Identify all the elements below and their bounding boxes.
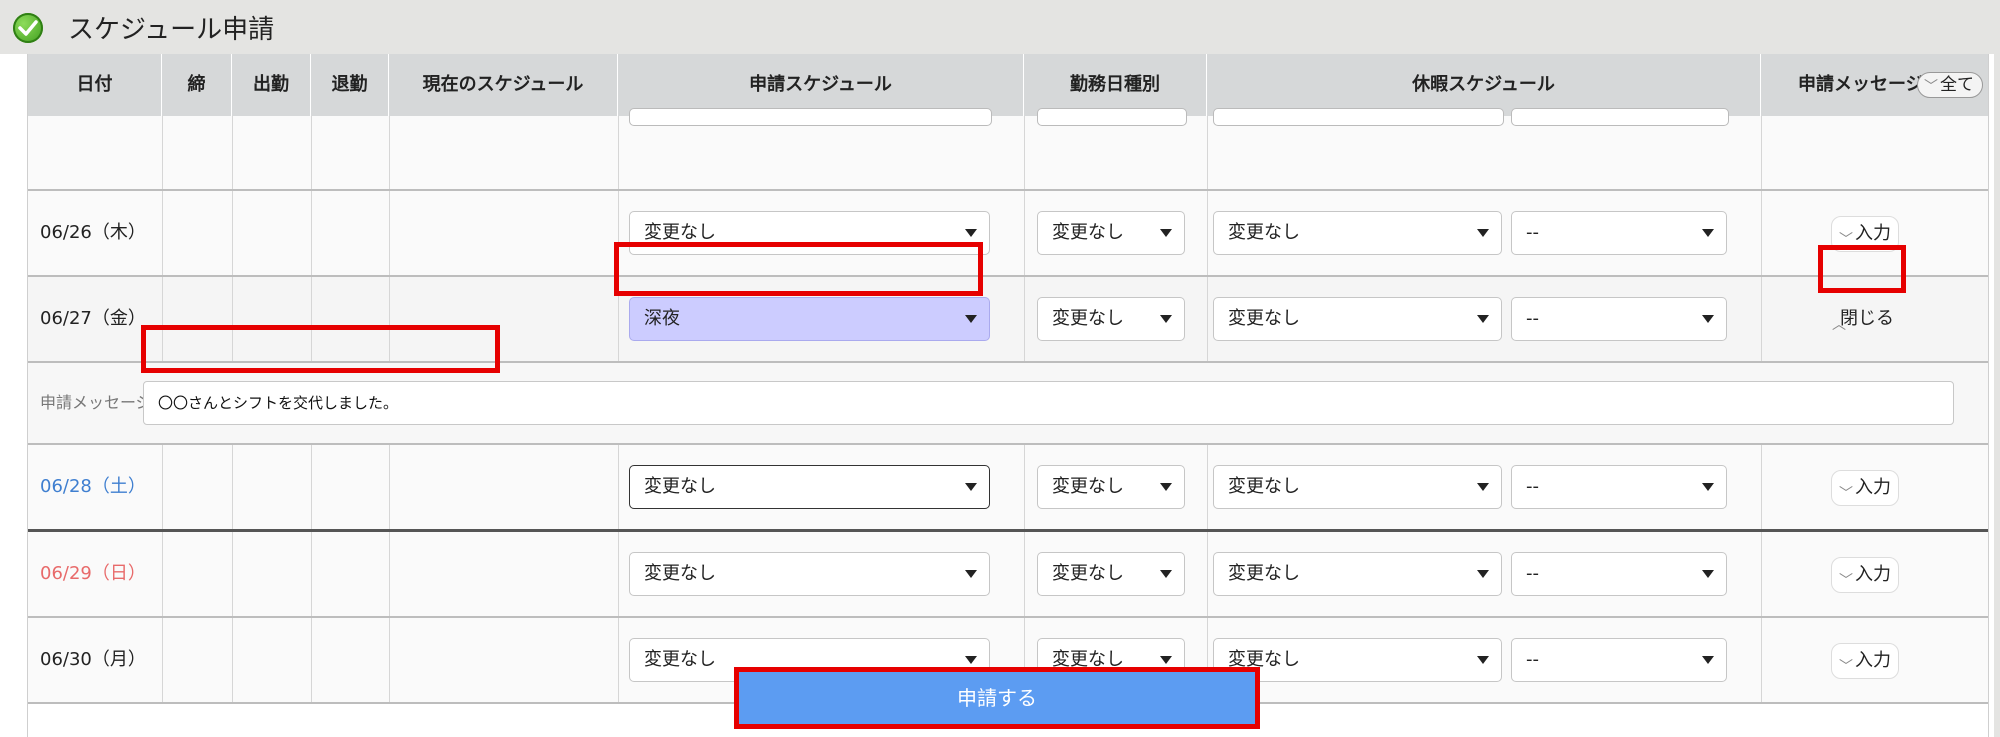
table-row-0629: 06/29（日） 変更なし 変更なし 変更なし -- ﹀ 入力 [28, 532, 1988, 618]
expand-all-label: 全て [1940, 75, 1974, 95]
header-request-message-label: 申請メッセージ [1798, 74, 1924, 95]
leave-schedule-select[interactable]: 変更なし [1213, 552, 1502, 596]
check-circle-icon [13, 13, 43, 43]
page-title: スケジュール申請 [68, 15, 275, 45]
table-row-0627: 06/27（金） 深夜 変更なし 変更なし -- ︿ 閉じる [28, 277, 1988, 363]
message-input-button[interactable]: ﹀ 入力 [1831, 643, 1899, 679]
row-date: 06/29（日） [40, 563, 146, 584]
dropdown-arrow-icon [1477, 229, 1489, 237]
chevron-down-icon: ﹀ [1839, 573, 1853, 589]
dropdown-arrow-icon [1702, 656, 1714, 664]
dropdown-arrow-icon [965, 315, 977, 323]
request-schedule-select[interactable]: 変更なし [629, 552, 990, 596]
workday-type-select[interactable]: 変更なし [1037, 211, 1185, 255]
chevron-down-icon: ﹀ [1839, 486, 1853, 502]
leave-detail-select[interactable]: -- [1511, 211, 1727, 255]
header-clock-in: 出勤 [232, 54, 311, 116]
header-date: 日付 [28, 54, 162, 116]
chevron-down-icon: ﹀ [1839, 659, 1853, 675]
dropdown-arrow-icon [1160, 229, 1172, 237]
select-partial [1213, 108, 1504, 126]
request-schedule-select[interactable]: 変更なし [629, 465, 990, 509]
dropdown-arrow-icon [1702, 570, 1714, 578]
dropdown-arrow-icon [1160, 315, 1172, 323]
select-partial [1037, 108, 1187, 126]
row-date: 06/27（金） [40, 308, 146, 329]
header-request-schedule: 申請スケジュール [618, 54, 1024, 116]
request-message-label: 申請メッセージ [40, 393, 152, 412]
request-schedule-select[interactable]: 変更なし [629, 211, 990, 255]
dropdown-arrow-icon [1477, 656, 1489, 664]
chevron-down-icon: ﹀ [1924, 79, 1938, 95]
select-partial [1511, 108, 1729, 126]
leave-detail-select[interactable]: -- [1511, 638, 1727, 682]
leave-detail-select[interactable]: -- [1511, 552, 1727, 596]
dropdown-arrow-icon [965, 229, 977, 237]
row-date: 06/30（月） [40, 649, 146, 670]
chevron-down-icon: ﹀ [1839, 232, 1853, 248]
dropdown-arrow-icon [1160, 570, 1172, 578]
dropdown-arrow-icon [1477, 315, 1489, 323]
submit-button[interactable]: 申請する [735, 672, 1259, 724]
dropdown-arrow-icon [1702, 229, 1714, 237]
message-close-button[interactable]: ︿ 閉じる [1825, 302, 1901, 338]
table-row-0626: 06/26（木） 変更なし 変更なし 変更なし -- ﹀ 入力 [28, 191, 1988, 277]
workday-type-select[interactable]: 変更なし [1037, 552, 1185, 596]
header-close: 締 [162, 54, 232, 116]
request-message-row: 申請メッセージ 〇〇さんとシフトを交代しました。 [28, 363, 1988, 445]
dropdown-arrow-icon [965, 656, 977, 664]
table-row-0628: 06/28（土） 変更なし 変更なし 変更なし -- ﹀ 入力 [28, 445, 1988, 532]
workday-type-select[interactable]: 変更なし [1037, 297, 1185, 341]
table-row-partial [28, 108, 1988, 191]
dropdown-arrow-icon [1702, 483, 1714, 491]
chevron-up-icon: ︿ [1832, 317, 1846, 333]
leave-schedule-select[interactable]: 変更なし [1213, 211, 1502, 255]
table-header: 日付 締 出勤 退勤 現在のスケジュール 申請スケジュール 勤務日種別 休暇スケ… [28, 54, 1988, 116]
dropdown-arrow-icon [1160, 656, 1172, 664]
right-margin [1994, 54, 2000, 737]
dropdown-arrow-icon [1477, 483, 1489, 491]
header-leave-schedule: 休暇スケジュール [1207, 54, 1761, 116]
row-date: 06/28（土） [40, 476, 146, 497]
header-workday-type: 勤務日種別 [1024, 54, 1207, 116]
select-partial [629, 108, 992, 126]
leave-schedule-select[interactable]: 変更なし [1213, 297, 1502, 341]
request-schedule-select[interactable]: 深夜 [629, 297, 990, 341]
dropdown-arrow-icon [965, 570, 977, 578]
leave-detail-select[interactable]: -- [1511, 465, 1727, 509]
dropdown-arrow-icon [1160, 483, 1172, 491]
header-clock-out: 退勤 [311, 54, 389, 116]
header-current-schedule: 現在のスケジュール [389, 54, 618, 116]
leave-schedule-select[interactable]: 変更なし [1213, 465, 1502, 509]
message-input-button[interactable]: ﹀ 入力 [1831, 216, 1899, 252]
schedule-table: 日付 締 出勤 退勤 現在のスケジュール 申請スケジュール 勤務日種別 休暇スケ… [27, 54, 1989, 737]
row-date: 06/26（木） [40, 222, 146, 243]
dropdown-arrow-icon [965, 483, 977, 491]
leave-detail-select[interactable]: -- [1511, 297, 1727, 341]
dropdown-arrow-icon [1477, 570, 1489, 578]
title-bar: スケジュール申請 [0, 0, 2000, 54]
request-message-input[interactable]: 〇〇さんとシフトを交代しました。 [143, 381, 1954, 425]
message-input-button[interactable]: ﹀ 入力 [1831, 557, 1899, 593]
expand-all-button[interactable]: ﹀ 全て [1917, 72, 1983, 98]
dropdown-arrow-icon [1702, 315, 1714, 323]
workday-type-select[interactable]: 変更なし [1037, 465, 1185, 509]
message-input-button[interactable]: ﹀ 入力 [1831, 470, 1899, 506]
